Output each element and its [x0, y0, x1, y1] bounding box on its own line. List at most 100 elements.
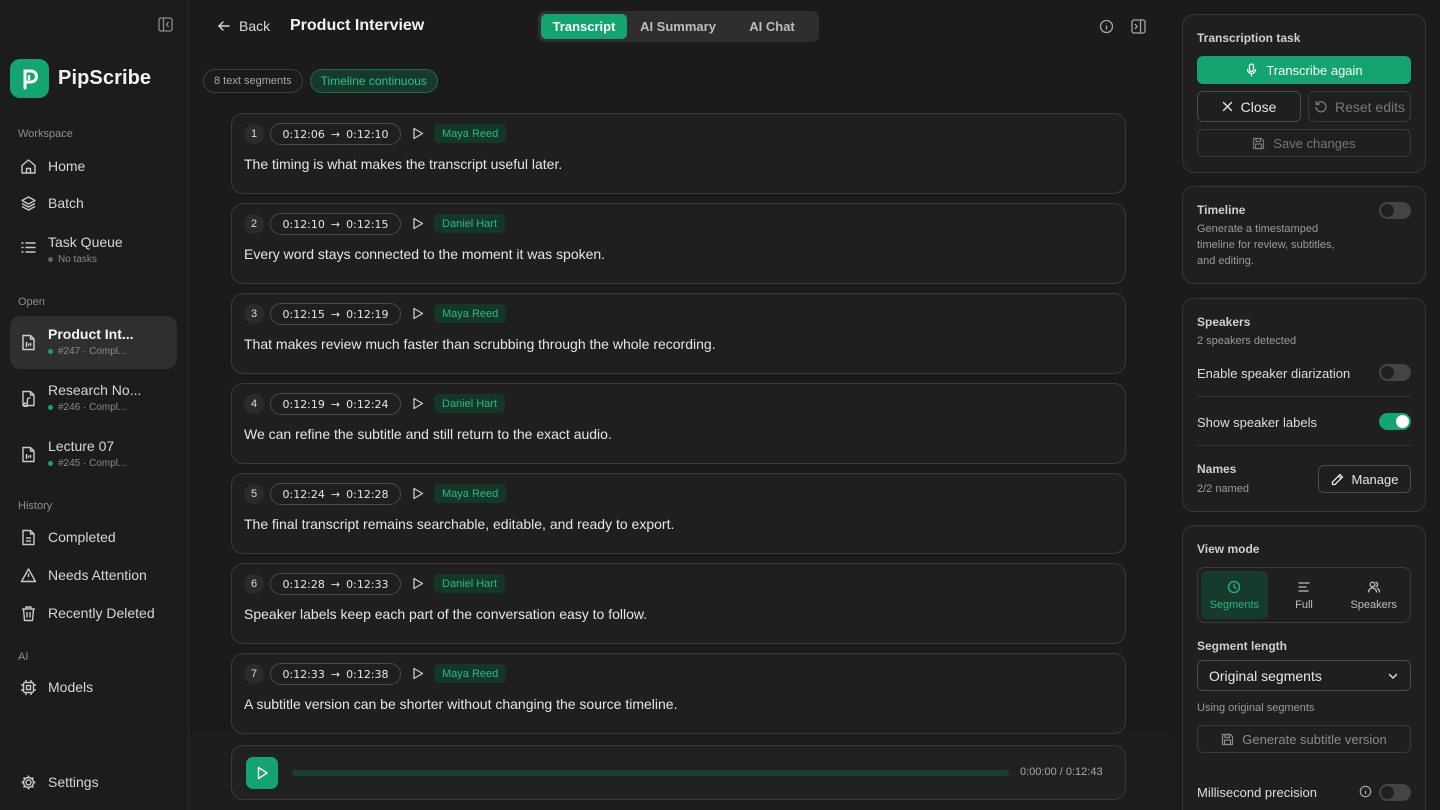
segment-end: 0:12:38: [346, 667, 389, 681]
open-item-sub: #246 · Compl...: [58, 402, 127, 413]
open-item-research-notes[interactable]: Research No... #246 · Compl...: [10, 372, 177, 425]
speaker-tag[interactable]: Maya Reed: [434, 484, 507, 503]
gear-icon: [21, 775, 36, 789]
status-chips: 8 text segments Timeline continuous: [203, 69, 438, 93]
info-icon[interactable]: [1359, 785, 1372, 801]
segment-timestamp[interactable]: 0:12:33 → 0:12:38: [270, 663, 401, 685]
tab-transcript[interactable]: Transcript: [541, 14, 627, 39]
speaker-tag[interactable]: Maya Reed: [434, 124, 507, 143]
transcript-segment[interactable]: 4 0:12:19 → 0:12:24 Daniel Hart We can ref…: [231, 383, 1126, 464]
arrow-right-icon: →: [330, 487, 341, 501]
open-item-lecture-07[interactable]: Lecture 07 #245 · Compl...: [10, 428, 177, 481]
diarization-toggle[interactable]: [1379, 364, 1411, 381]
arrow-right-icon: →: [330, 667, 341, 681]
toggle-knob: [1381, 366, 1394, 379]
collapse-sidebar-icon[interactable]: [158, 17, 174, 33]
segment-length-select[interactable]: Original segments: [1197, 660, 1411, 691]
progress-bar[interactable]: [292, 770, 1009, 776]
back-button[interactable]: Back: [217, 18, 270, 34]
segment-text[interactable]: Speaker labels keep each part of the con…: [244, 606, 647, 622]
sidebar-item-settings[interactable]: Settings: [10, 767, 177, 797]
view-mode-segments[interactable]: Segments: [1201, 571, 1268, 619]
status-dot: [48, 257, 53, 262]
segment-timestamp[interactable]: 0:12:06 → 0:12:10: [270, 123, 401, 145]
open-item-title: Lecture 07: [48, 438, 115, 454]
view-mode-speakers[interactable]: Speakers: [1340, 571, 1407, 619]
transcript-segment[interactable]: 1 0:12:06 → 0:12:10 Maya Reed The timing i…: [231, 113, 1126, 194]
segment-timestamp[interactable]: 0:12:15 → 0:12:19: [270, 303, 401, 325]
segment-text[interactable]: That makes review much faster than scrub…: [244, 336, 716, 352]
open-item-status: #247 · Compl...: [48, 346, 134, 357]
sidebar-item-batch[interactable]: Batch: [10, 188, 177, 218]
speaker-tag[interactable]: Daniel Hart: [434, 574, 506, 593]
transcript-segment[interactable]: 7 0:12:33 → 0:12:38 Maya Reed A subtitle v…: [231, 653, 1126, 734]
segment-number: 1: [244, 124, 264, 144]
tab-ai-chat[interactable]: AI Chat: [729, 14, 815, 39]
status-dot: [48, 405, 53, 410]
ms-precision-toggle[interactable]: [1379, 784, 1411, 801]
open-item-product-interview[interactable]: Product Int... #247 · Compl...: [10, 316, 177, 369]
play-segment-icon[interactable]: [412, 307, 424, 323]
timeline-status-chip: Timeline continuous: [309, 69, 438, 93]
view-mode-full[interactable]: Full: [1271, 571, 1338, 619]
toggle-knob: [1381, 786, 1394, 799]
info-icon[interactable]: [1099, 19, 1114, 37]
play-segment-icon[interactable]: [412, 577, 424, 593]
sidebar-item-home[interactable]: Home: [10, 151, 177, 181]
sidebar-item-needs-attention[interactable]: Needs Attention: [10, 560, 177, 590]
save-changes-label: Save changes: [1273, 135, 1356, 151]
sidebar-item-models[interactable]: Models: [10, 672, 177, 702]
transcript-segment[interactable]: 2 0:12:10 → 0:12:15 Daniel Hart Every word…: [231, 203, 1126, 284]
speaker-tag[interactable]: Maya Reed: [434, 304, 507, 323]
manage-names-button[interactable]: Manage: [1318, 465, 1411, 493]
segment-text[interactable]: We can refine the subtitle and still ret…: [244, 426, 612, 442]
view-mode-selector: Segments Full Speakers: [1197, 567, 1411, 623]
generate-subtitle-label: Generate subtitle version: [1242, 731, 1387, 747]
segment-text[interactable]: A subtitle version can be shorter withou…: [244, 696, 677, 712]
speaker-tag[interactable]: Daniel Hart: [434, 214, 506, 233]
segment-timestamp[interactable]: 0:12:19 → 0:12:24: [270, 393, 401, 415]
segment-start: 0:12:24: [282, 487, 325, 501]
card-title: Transcription task: [1197, 31, 1301, 45]
transcript-segment[interactable]: 3 0:12:15 → 0:12:19 Maya Reed That makes r…: [231, 293, 1126, 374]
segment-text[interactable]: The timing is what makes the transcript …: [244, 156, 562, 172]
arrow-right-icon: →: [330, 577, 341, 591]
sidebar-item-task-queue[interactable]: Task Queue No tasks: [10, 228, 177, 272]
play-segment-icon[interactable]: [412, 667, 424, 683]
timeline-toggle[interactable]: [1379, 202, 1411, 219]
segment-text[interactable]: The final transcript remains searchable,…: [244, 516, 674, 532]
transcript-segment[interactable]: 6 0:12:28 → 0:12:33 Daniel Hart Speaker la…: [231, 563, 1126, 644]
generate-subtitle-button[interactable]: Generate subtitle version: [1197, 725, 1411, 753]
chip-icon: [21, 679, 36, 695]
transcript-segment[interactable]: 5 0:12:24 → 0:12:28 Maya Reed The final tr…: [231, 473, 1126, 554]
segment-text[interactable]: Every word stays connected to the moment…: [244, 246, 605, 262]
sidebar-item-label: Home: [48, 158, 86, 174]
play-segment-icon[interactable]: [412, 397, 424, 413]
sidebar-item-completed[interactable]: Completed: [10, 522, 177, 552]
reset-edits-button[interactable]: Reset edits: [1308, 91, 1411, 122]
speaker-tag[interactable]: Maya Reed: [434, 664, 507, 683]
play-button[interactable]: [246, 757, 278, 789]
open-item-status: #245 · Compl...: [48, 458, 126, 469]
toggle-panel-icon[interactable]: [1131, 19, 1146, 37]
segment-timestamp[interactable]: 0:12:10 → 0:12:15: [270, 213, 401, 235]
tab-ai-summary[interactable]: AI Summary: [629, 14, 727, 39]
logo-icon: [10, 59, 49, 98]
close-button[interactable]: Close: [1197, 91, 1301, 122]
segment-timestamp[interactable]: 0:12:24 → 0:12:28: [270, 483, 401, 505]
transcribe-again-button[interactable]: Transcribe again: [1197, 56, 1411, 84]
document-audio-icon: [22, 390, 35, 407]
save-changes-button[interactable]: Save changes: [1197, 129, 1411, 157]
speaker-tag[interactable]: Daniel Hart: [434, 394, 506, 413]
play-segment-icon[interactable]: [412, 487, 424, 503]
play-segment-icon[interactable]: [412, 127, 424, 143]
diarization-label: Enable speaker diarization: [1197, 366, 1351, 381]
speaker-labels-toggle[interactable]: [1379, 413, 1411, 430]
sidebar-item-recently-deleted[interactable]: Recently Deleted: [10, 598, 177, 628]
segment-timestamp[interactable]: 0:12:28 → 0:12:33: [270, 573, 401, 595]
task-queue-status: No tasks: [48, 254, 123, 265]
transcription-task-card: Transcription task Transcribe again Clos…: [1182, 14, 1426, 173]
play-segment-icon[interactable]: [412, 217, 424, 233]
divider: [1197, 396, 1411, 397]
document-icon: [22, 529, 35, 545]
